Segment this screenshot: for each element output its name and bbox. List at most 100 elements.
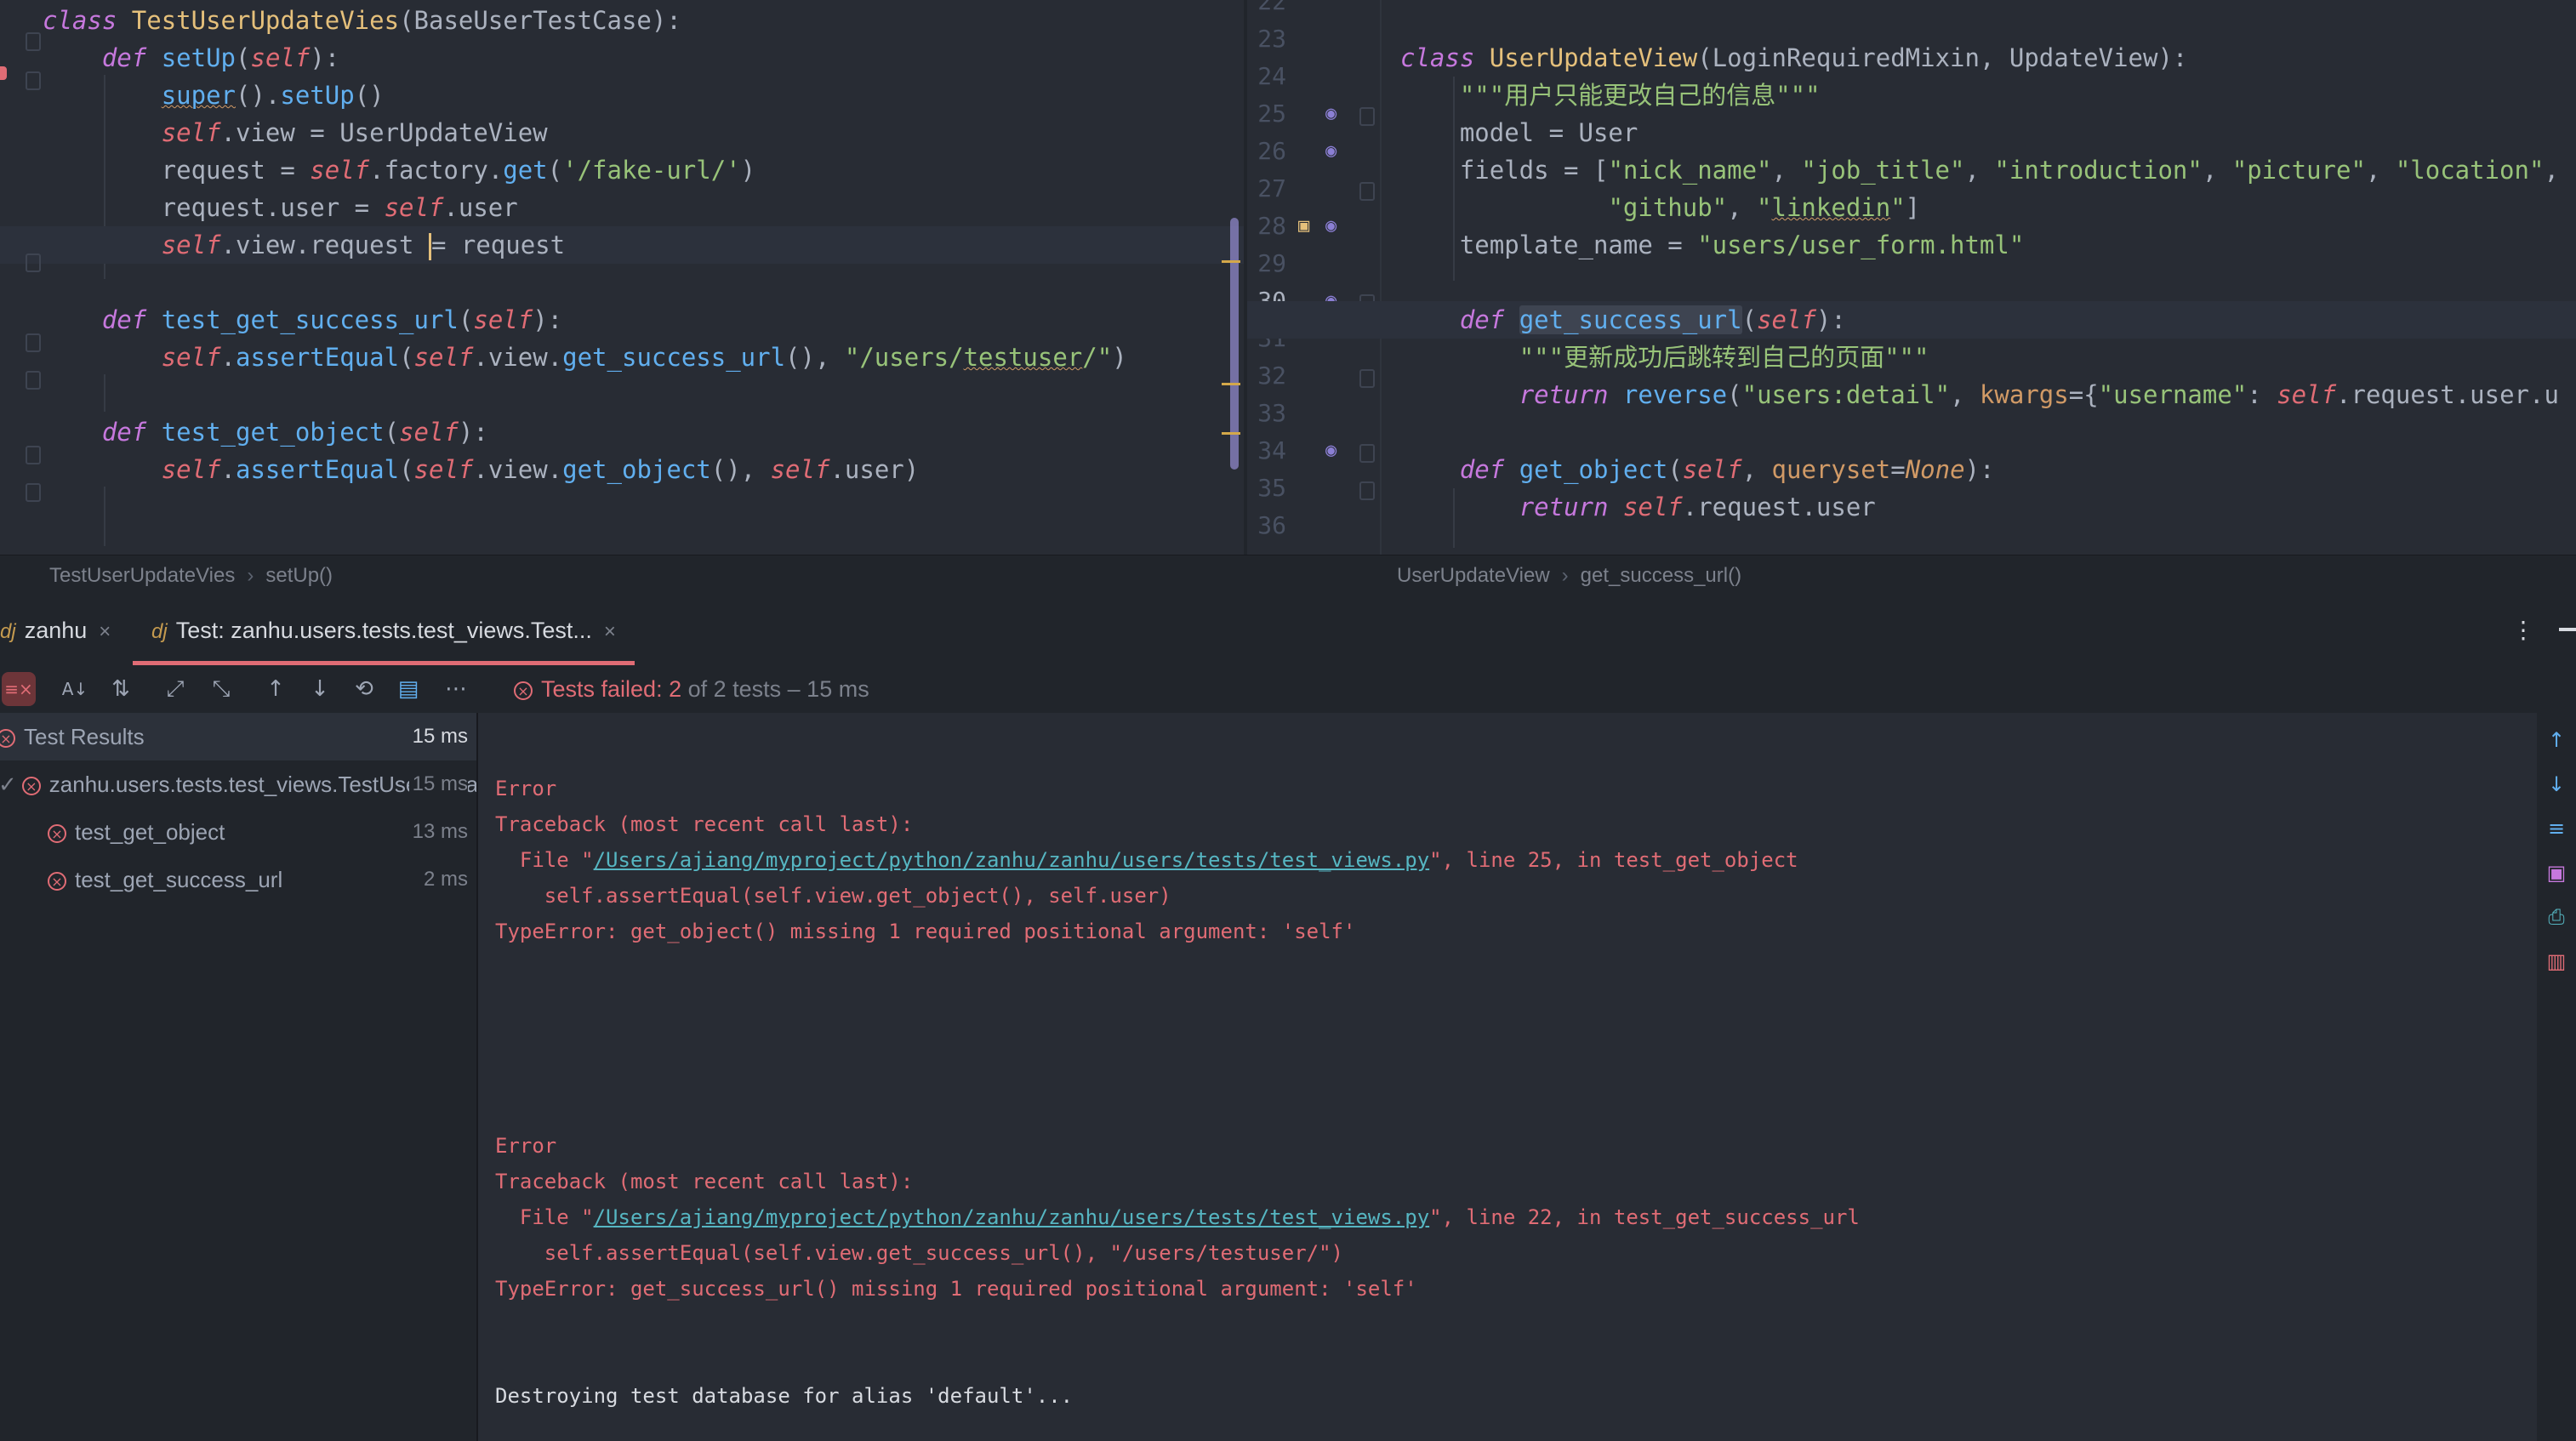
- code-line[interactable]: "github", "linkedin"]: [1247, 189, 2576, 226]
- change-marker: [1222, 432, 1240, 435]
- code-line[interactable]: [1247, 2, 2576, 39]
- code-line[interactable]: self.view = UserUpdateView: [0, 114, 1244, 151]
- more-options-icon[interactable]: ⋮: [2511, 595, 2535, 665]
- fold-marker[interactable]: [26, 446, 41, 464]
- code-token: self: [161, 118, 221, 147]
- code-line[interactable]: def test_get_success_url(self):: [0, 301, 1244, 339]
- code-line[interactable]: model = User: [1247, 114, 2576, 151]
- code-token: .factory.: [369, 156, 504, 185]
- code-line[interactable]: fields = ["nick_name", "job_title", "int…: [1247, 151, 2576, 189]
- code-line[interactable]: self.assertEqual(self.view.get_object(),…: [0, 451, 1244, 488]
- code-token: "username": [2098, 380, 2248, 409]
- chevron-down-icon[interactable]: ✓: [0, 772, 17, 797]
- duration: 13 ms: [412, 820, 468, 843]
- file-link[interactable]: /Users/ajiang/myproject/python/zanhu/zan…: [594, 1205, 1430, 1229]
- code-line[interactable]: [0, 376, 1244, 413]
- code-token: self: [399, 418, 459, 447]
- show-failed-icon[interactable]: ≡×: [2, 672, 36, 706]
- code-token: (LoginRequiredMixin, UpdateView):: [1697, 43, 2188, 72]
- traceback-code: self.assertEqual(self.view.get_success_u…: [495, 1241, 1343, 1265]
- code-line[interactable]: def setUp(self):: [0, 39, 1244, 77]
- scroll-down-icon[interactable]: ↓: [2544, 772, 2569, 798]
- code-text: def test_get_success_url(self):: [43, 301, 562, 339]
- more-icon[interactable]: ⋯: [439, 672, 473, 706]
- file-suffix: ", line 25, in test_get_object: [1429, 848, 1798, 872]
- test-console[interactable]: Error Traceback (most recent call last):…: [478, 713, 2537, 1441]
- scroll-up-icon[interactable]: ↑: [2544, 728, 2569, 754]
- code-line[interactable]: def get_success_url(self):: [1247, 301, 2576, 339]
- code-line[interactable]: request = self.factory.get('/fake-url/'): [0, 151, 1244, 189]
- tree-label: test_get_object: [75, 819, 225, 845]
- test-results-root[interactable]: × Test Results 15 ms: [0, 713, 476, 760]
- sort-alpha-icon[interactable]: A↓: [58, 672, 92, 706]
- code-line[interactable]: [0, 264, 1244, 301]
- left-editor[interactable]: class TestUserUpdateVies(BaseUserTestCas…: [0, 0, 1244, 555]
- tree-label: test_get_success_url: [75, 867, 283, 892]
- previous-failed-icon[interactable]: ↑: [259, 672, 293, 706]
- breakpoint-marker[interactable]: [0, 66, 7, 80]
- fold-marker[interactable]: [26, 333, 41, 352]
- expand-all-icon[interactable]: ⤢: [158, 672, 192, 706]
- code-line[interactable]: template_name = "users/user_form.html": [1247, 226, 2576, 264]
- code-line[interactable]: def get_object(self, queryset=None):: [1247, 451, 2576, 488]
- code-line[interactable]: def test_get_object(self):: [0, 413, 1244, 451]
- fold-marker[interactable]: [26, 32, 41, 51]
- file-link[interactable]: /Users/ajiang/myproject/python/zanhu/zan…: [594, 848, 1430, 872]
- minimize-icon[interactable]: [2559, 628, 2576, 631]
- history-icon[interactable]: ⟲: [347, 672, 381, 706]
- right-editor[interactable]: 222324252627282930313233343536◉◉◉◉◉▣ cla…: [1247, 0, 2576, 555]
- breadcrumb-left[interactable]: TestUserUpdateVies › setUp(): [49, 555, 333, 596]
- next-failed-icon[interactable]: ↓: [303, 672, 337, 706]
- breadcrumb-item[interactable]: TestUserUpdateVies: [49, 564, 235, 587]
- fold-marker[interactable]: [26, 253, 41, 272]
- close-icon[interactable]: ×: [99, 620, 111, 643]
- code-line[interactable]: self.assertEqual(self.view.get_success_u…: [0, 339, 1244, 376]
- code-line[interactable]: [1247, 413, 2576, 451]
- code-line[interactable]: return self.request.user: [1247, 488, 2576, 526]
- fold-marker[interactable]: [26, 483, 41, 502]
- print-icon[interactable]: ⎙: [2544, 905, 2569, 931]
- tab-zanhu[interactable]: dj zanhu ×: [0, 595, 111, 665]
- fold-marker[interactable]: [26, 371, 41, 390]
- breadcrumb-item[interactable]: UserUpdateView: [1397, 564, 1550, 587]
- fold-marker[interactable]: [26, 71, 41, 90]
- code-line[interactable]: self.view.request = request: [0, 226, 1244, 264]
- code-token: (),: [710, 455, 771, 484]
- code-line[interactable]: """用户只能更改自己的信息""": [1247, 77, 2576, 114]
- code-line[interactable]: [1247, 264, 2576, 301]
- code-line[interactable]: super().setUp(): [0, 77, 1244, 114]
- code-line[interactable]: class TestUserUpdateVies(BaseUserTestCas…: [0, 2, 1244, 39]
- close-icon[interactable]: ×: [604, 620, 616, 643]
- breadcrumb-item[interactable]: get_success_url(): [1581, 564, 1741, 587]
- collapse-all-icon[interactable]: ⤡: [204, 672, 238, 706]
- tree-row-test-class[interactable]: ✓×zanhu.users.tests.test_views.TestUserU…: [0, 760, 476, 808]
- code-line[interactable]: """更新成功后跳转到自己的页面""": [1247, 339, 2576, 376]
- sort-duration-icon[interactable]: ⇅: [104, 672, 138, 706]
- code-line[interactable]: [1247, 526, 2576, 555]
- soft-wrap-icon[interactable]: ≡: [2544, 817, 2569, 842]
- code-token: ,: [2202, 156, 2232, 185]
- tree-row-test[interactable]: × test_get_success_url 2 ms: [0, 856, 476, 903]
- code-line[interactable]: return reverse("users:detail", kwargs={"…: [1247, 376, 2576, 413]
- tab-test-run[interactable]: dj Test: zanhu.users.tests.test_views.Tes…: [133, 595, 635, 665]
- code-token: self: [413, 343, 474, 372]
- code-line[interactable]: class UserUpdateView(LoginRequiredMixin,…: [1247, 39, 2576, 77]
- test-results-tree[interactable]: × Test Results 15 ms ✓ × zanhu.users.tests.…: [0, 713, 476, 1441]
- code-token: "users/user_form.html": [1697, 231, 2025, 259]
- trash-icon[interactable]: ▥: [2544, 949, 2569, 975]
- breadcrumb-right[interactable]: UserUpdateView › get_success_url(): [1397, 555, 1741, 596]
- breadcrumb-item[interactable]: setUp(): [265, 564, 333, 587]
- code-token: return: [1519, 380, 1609, 409]
- scroll-to-end-icon[interactable]: ▣: [2544, 861, 2569, 886]
- status-prefix: Tests failed:: [541, 676, 670, 702]
- error-icon: ×: [514, 681, 533, 700]
- export-icon[interactable]: ▤: [391, 672, 425, 706]
- tree-row-test[interactable]: × test_get_object 13 ms: [0, 808, 476, 856]
- code-line[interactable]: request.user = self.user: [0, 189, 1244, 226]
- code-token: self: [2277, 380, 2337, 409]
- code-token: request =: [43, 156, 311, 185]
